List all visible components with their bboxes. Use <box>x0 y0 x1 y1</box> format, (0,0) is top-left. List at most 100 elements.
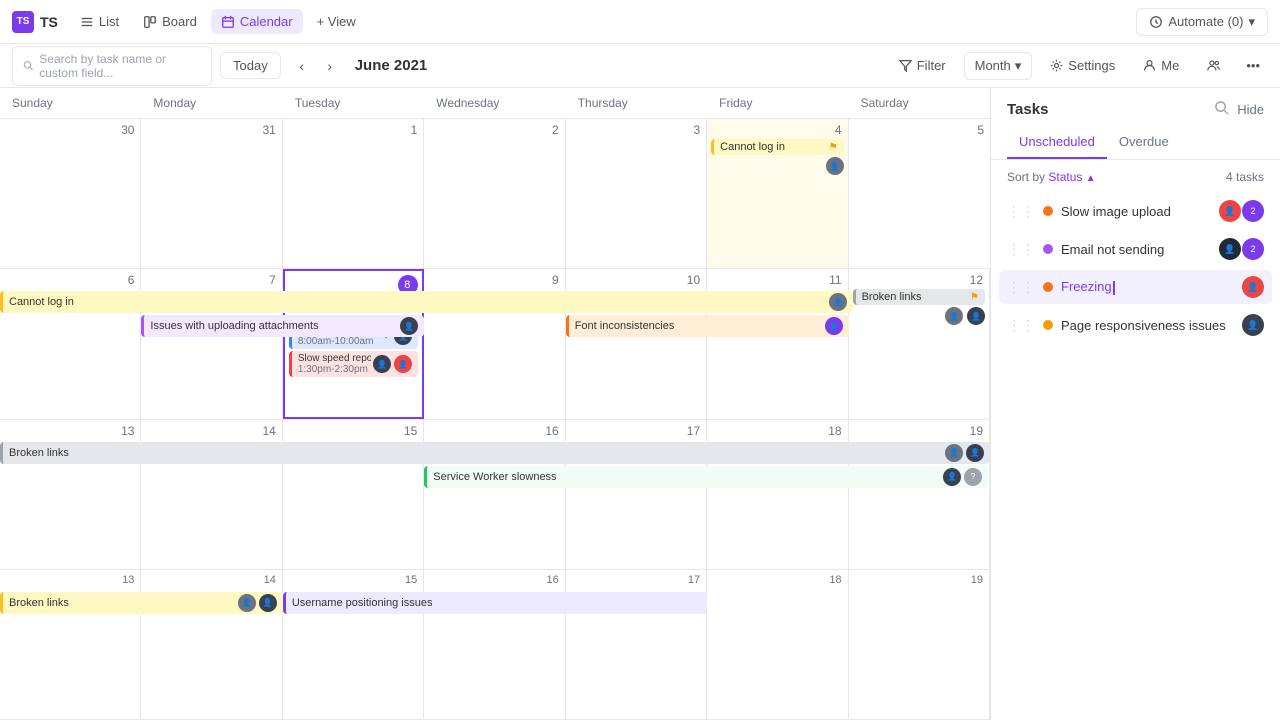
calendar-body: 30 31 1 2 3 4 Cannot log in <box>0 119 990 720</box>
span-cannot-log-in[interactable]: Cannot log in 👤 <box>0 291 853 313</box>
automate-btn[interactable]: Automate (0) ▾ <box>1136 8 1268 36</box>
date-9: 9 <box>428 273 560 287</box>
day-wednesday: Wednesday <box>424 88 565 118</box>
span-broken-links-w4[interactable]: Broken links 👤 👤 <box>0 592 283 614</box>
automate-label: Automate (0) <box>1168 14 1243 29</box>
date-30: 30 <box>4 123 136 137</box>
task-name-1: Slow image upload <box>1061 204 1211 219</box>
date-3: 3 <box>570 123 702 137</box>
event-title: Username positioning issues <box>292 597 701 609</box>
task-avatar-1a: 👤 <box>1219 200 1241 222</box>
today-btn[interactable]: Today <box>220 52 281 79</box>
flag-icon: ⚑ <box>829 142 838 153</box>
task-item-3[interactable]: ⋮⋮ Freezing 👤 <box>999 270 1272 304</box>
event-time: 8:00am-10:00am <box>298 336 384 347</box>
task-avatars-2: 👤 2 <box>1219 238 1264 260</box>
task-status-dot-3 <box>1043 282 1053 292</box>
week-row-1: 30 31 1 2 3 4 Cannot log in <box>0 119 990 269</box>
tab-overdue[interactable]: Overdue <box>1107 126 1181 159</box>
panel-search-icon[interactable] <box>1214 100 1229 118</box>
date-5: 5 <box>853 123 986 137</box>
span-broken-links-w3[interactable]: Broken links 👤 👤 <box>0 442 990 464</box>
me-btn[interactable]: Me <box>1133 53 1189 78</box>
search-box[interactable]: Search by task name or custom field... <box>12 46 212 86</box>
span-font-inconsistencies[interactable]: Font inconsistencies 👤 <box>566 315 849 337</box>
task-item-2[interactable]: ⋮⋮ Email not sending 👤 2 <box>999 232 1272 266</box>
cell-jun5[interactable]: 5 <box>849 119 990 268</box>
drag-handle-3[interactable]: ⋮⋮ <box>1007 279 1035 296</box>
prev-month-btn[interactable]: ‹ <box>289 53 315 79</box>
span-service-worker[interactable]: Service Worker slowness 👤 ? <box>424 466 988 488</box>
drag-handle-2[interactable]: ⋮⋮ <box>1007 241 1035 258</box>
day-thursday: Thursday <box>566 88 707 118</box>
avatar-bl2: 👤 <box>966 444 984 462</box>
event-title: Slow speed repo... <box>298 353 371 364</box>
users-btn[interactable] <box>1197 54 1230 77</box>
day-tuesday: Tuesday <box>283 88 424 118</box>
nav-calendar-btn[interactable]: Calendar <box>211 9 303 34</box>
avatar-font: 👤 <box>825 317 843 335</box>
calendar-view: Sunday Monday Tuesday Wednesday Thursday… <box>0 88 990 720</box>
date-7: 7 <box>145 273 277 287</box>
nav-board-btn[interactable]: Board <box>133 9 207 34</box>
sort-by-label: Sort by Status ▲ <box>1007 170 1096 184</box>
cell-jun25[interactable]: 18 <box>707 570 848 719</box>
cell-jun26[interactable]: 19 <box>849 570 990 719</box>
settings-btn[interactable]: Settings <box>1040 53 1125 78</box>
avatar-r2: 👤 <box>394 355 412 373</box>
cell-jun4[interactable]: 4 Cannot log in ⚑ 👤 <box>707 119 848 268</box>
date-14: 14 <box>145 424 277 438</box>
tasks-panel: Tasks Hide Unscheduled Overdue Sort by S… <box>990 88 1280 720</box>
task-item-4[interactable]: ⋮⋮ Page responsiveness issues 👤 <box>999 308 1272 342</box>
date-11: 11 <box>711 273 843 287</box>
cell-jun1[interactable]: 1 <box>283 119 424 268</box>
chevron-down-icon: ▾ <box>1015 58 1022 74</box>
task-status-dot-2 <box>1043 244 1053 254</box>
span-username-positioning[interactable]: Username positioning issues <box>283 592 707 614</box>
drag-handle[interactable]: ⋮⋮ <box>1007 203 1035 220</box>
week-row-3: 13 14 15 16 17 18 19 <box>0 420 990 570</box>
span-upload-issues[interactable]: Issues with uploading attachments 👤 <box>141 315 424 337</box>
sort-bar: Sort by Status ▲ 4 tasks <box>991 160 1280 190</box>
logo-icon: TS <box>12 11 34 33</box>
filter-btn[interactable]: Filter <box>889 53 956 78</box>
sort-field-link[interactable]: Status <box>1048 170 1082 184</box>
task-avatar-4a: 👤 <box>1242 314 1264 336</box>
avatar-canbig: 👤 <box>829 293 847 311</box>
month-view-btn[interactable]: Month ▾ <box>964 52 1033 80</box>
date-15: 15 <box>287 424 419 438</box>
task-avatars-4: 👤 <box>1242 314 1264 336</box>
cell-may31[interactable]: 31 <box>141 119 282 268</box>
drag-handle-4[interactable]: ⋮⋮ <box>1007 317 1035 334</box>
date-26: 19 <box>853 574 985 586</box>
date-13: 13 <box>4 424 136 438</box>
event-title: Service Worker slowness <box>433 471 941 483</box>
event-slow-speed[interactable]: Slow speed repo... 1:30pm-2:30pm 👤 👤 <box>289 351 418 377</box>
event-title: Issues with uploading attachments <box>150 320 398 332</box>
event-cannot-log-in-w1[interactable]: Cannot log in ⚑ <box>711 139 843 155</box>
avatar-1: 👤 <box>826 157 844 175</box>
event-title: Broken links <box>9 597 236 609</box>
more-btn[interactable]: ••• <box>1238 53 1268 78</box>
search-icon <box>23 59 33 72</box>
task-item-1[interactable]: ⋮⋮ Slow image upload 👤 2 <box>999 194 1272 228</box>
cell-may30[interactable]: 30 <box>0 119 141 268</box>
hide-panel-btn[interactable]: Hide <box>1237 102 1264 117</box>
avatar-r1: 👤 <box>373 355 391 373</box>
cell-jun3[interactable]: 3 <box>566 119 707 268</box>
nav-list-btn[interactable]: List <box>70 9 129 34</box>
day-monday: Monday <box>141 88 282 118</box>
task-status-dot-1 <box>1043 206 1053 216</box>
add-view-btn[interactable]: + View <box>307 9 366 34</box>
tab-unscheduled[interactable]: Unscheduled <box>1007 126 1107 159</box>
month-title: June 2021 <box>355 57 428 74</box>
next-month-btn[interactable]: › <box>317 53 343 79</box>
main-layout: Sunday Monday Tuesday Wednesday Thursday… <box>0 88 1280 720</box>
date-20: 13 <box>4 574 136 586</box>
event-time2: 1:30pm-2:30pm <box>298 364 371 375</box>
board-label: Board <box>162 14 197 29</box>
date-22: 15 <box>287 574 419 586</box>
date-21: 14 <box>145 574 277 586</box>
cell-jun2[interactable]: 2 <box>424 119 565 268</box>
task-name-4: Page responsiveness issues <box>1061 318 1234 333</box>
